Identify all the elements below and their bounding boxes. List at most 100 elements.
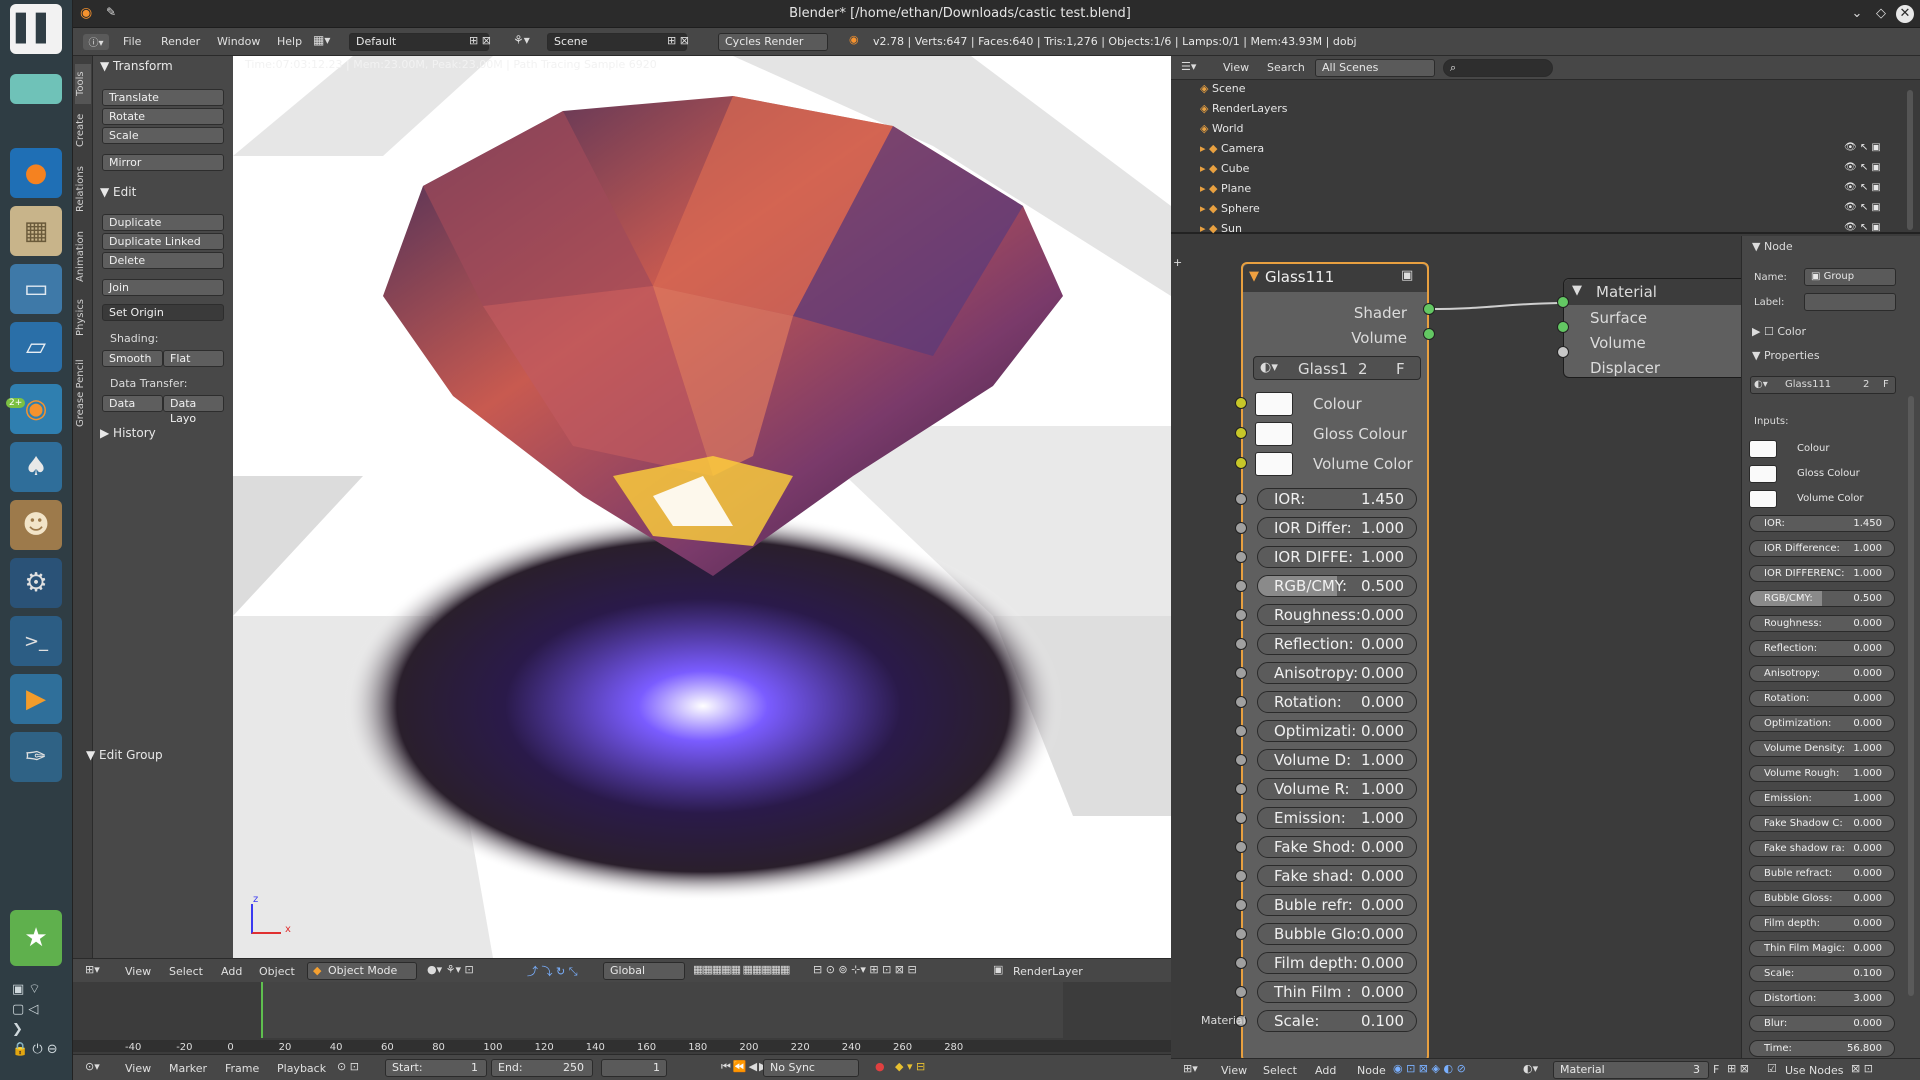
color-swatch[interactable] <box>1749 490 1777 508</box>
node-input-field[interactable]: Reflection: 0.000 <box>1257 633 1417 655</box>
value-input-socket[interactable] <box>1235 551 1247 563</box>
material-ball-icon[interactable]: ◐▾ <box>1754 379 1768 390</box>
node-editor[interactable]: ▼ Glass111 ▣ Shader Volume ◐▾ Glass1 2 F… <box>1171 236 1741 1058</box>
layout-icon[interactable]: ▦▾ <box>313 33 330 47</box>
property-field[interactable]: Film depth: 0.000 <box>1749 915 1895 932</box>
files-icon[interactable]: ▭ <box>10 264 62 314</box>
scene-icon[interactable]: ⚘▾ <box>513 33 530 47</box>
inkscape-icon[interactable]: ♠ <box>10 442 62 492</box>
menu-select[interactable]: Select <box>169 965 203 978</box>
property-field[interactable]: Emission: 1.000 <box>1749 790 1895 807</box>
value-input-socket[interactable] <box>1235 754 1247 766</box>
glass111-group-node[interactable]: ▼ Glass111 ▣ Shader Volume ◐▾ Glass1 2 F… <box>1235 262 1429 1058</box>
rotate-button[interactable]: Rotate <box>102 108 224 125</box>
edit-panel-header[interactable]: ▼ Edit <box>100 185 136 199</box>
menu-object[interactable]: Object <box>259 965 295 978</box>
value-input-socket[interactable] <box>1235 841 1247 853</box>
keyframe-icons[interactable]: ◆ ▾ ⊟ <box>895 1060 925 1073</box>
shading-icons[interactable]: ●▾ ⚘▾ ⊡ <box>427 963 474 976</box>
color-input-socket[interactable] <box>1235 457 1247 469</box>
property-field[interactable]: IOR Difference: 1.000 <box>1749 540 1895 557</box>
duplicate-linked-button[interactable]: Duplicate Linked <box>102 233 224 250</box>
starred-folder-icon[interactable]: ★ <box>10 910 62 966</box>
properties-panel-header[interactable]: ▼ Properties <box>1752 349 1820 362</box>
node-input-field[interactable]: IOR Differ: 1.000 <box>1257 517 1417 539</box>
node-tree-type-icons[interactable]: ◉ ⊡ ⊠ ◈ ◐ ⊘ <box>1393 1062 1466 1075</box>
tab-create[interactable]: Create <box>75 106 91 154</box>
snap-icons[interactable]: ⊟ ⊙ ⊚ ⊹▾ ⊞ ⊡ ⊠ ⊟ <box>813 963 917 976</box>
layer-buttons[interactable]: ▦▦▦▦▦ ▦▦▦▦▦ <box>693 963 790 976</box>
users-count[interactable]: 2 <box>1863 379 1869 390</box>
menu-window[interactable]: Window <box>217 35 260 48</box>
start-frame-field[interactable]: Start: 1 <box>385 1059 487 1077</box>
color-swatch[interactable] <box>1749 440 1777 458</box>
value-input-socket[interactable] <box>1235 957 1247 969</box>
transform-panel-header[interactable]: ▼ Transform <box>100 59 173 73</box>
blender-icon[interactable]: ◉ <box>10 384 62 434</box>
value-input-socket[interactable] <box>1235 986 1247 998</box>
property-field[interactable]: Time: 56.800 <box>1749 1040 1895 1057</box>
render-engine-select[interactable]: Cycles Render <box>718 33 828 51</box>
value-input-socket[interactable] <box>1235 725 1247 737</box>
property-field[interactable]: Roughness: 0.000 <box>1749 615 1895 632</box>
property-field[interactable]: Reflection: 0.000 <box>1749 640 1895 657</box>
value-input-socket[interactable] <box>1235 812 1247 824</box>
node-input-field[interactable]: Rotation: 0.000 <box>1257 691 1417 713</box>
property-field[interactable]: Volume Density: 1.000 <box>1749 740 1895 757</box>
menu-help[interactable]: Help <box>277 35 302 48</box>
timeline-scrollbar[interactable] <box>73 1040 1171 1052</box>
workspace-indicator[interactable] <box>10 74 62 104</box>
outliner-row-plane[interactable]: ▸ ◆ Plane 👁 ↖ ▣ <box>1200 182 1900 198</box>
set-origin-dropdown[interactable]: Set Origin <box>102 304 224 321</box>
outliner-search-input[interactable]: ⌕ <box>1443 59 1553 77</box>
node-input-field[interactable]: Volume D: 1.000 <box>1257 749 1417 771</box>
visibility-icons[interactable]: 👁 ↖ ▣ <box>1844 182 1881 193</box>
value-input-socket[interactable] <box>1235 609 1247 621</box>
menu-node[interactable]: Node <box>1357 1064 1386 1077</box>
fake-user-button[interactable]: F <box>1883 379 1889 390</box>
flat-button[interactable]: Flat <box>163 350 224 367</box>
text-editor-icon[interactable]: ▱ <box>10 322 62 372</box>
backdrop-icons[interactable]: ⊠ ⊡ <box>1851 1062 1873 1075</box>
scene-add-icon[interactable]: ⊞ ⊠ <box>667 34 689 47</box>
property-field[interactable]: Distortion: 3.000 <box>1749 990 1895 1007</box>
property-field[interactable]: Bubble Gloss: 0.000 <box>1749 890 1895 907</box>
end-frame-field[interactable]: End: 250 <box>491 1059 593 1077</box>
tab-physics[interactable]: Physics <box>75 292 91 344</box>
color-swatch[interactable] <box>1255 422 1293 446</box>
node-input-field[interactable]: Emission: 1.000 <box>1257 807 1417 829</box>
value-input-socket[interactable] <box>1235 696 1247 708</box>
node-input-field[interactable]: Scale: 0.100 <box>1257 1010 1417 1032</box>
preview-range-icon[interactable]: ⊙ ⊡ <box>337 1060 359 1073</box>
property-field[interactable]: RGB/CMY: 0.500 <box>1749 590 1895 607</box>
color-swatch[interactable] <box>1255 452 1293 476</box>
playhead[interactable] <box>261 982 263 1038</box>
visibility-icons[interactable]: 👁 ↖ ▣ <box>1844 142 1881 153</box>
tools-icon[interactable]: ✑ <box>10 732 62 782</box>
group-datablock[interactable]: ◐▾ Glass111 2 F <box>1750 376 1896 394</box>
data-transfer-button[interactable]: Data <box>102 395 163 412</box>
property-field[interactable]: Thin Film Magic: 0.000 <box>1749 940 1895 957</box>
property-field[interactable]: Volume Rough: 1.000 <box>1749 765 1895 782</box>
outliner-row-world[interactable]: ◈ World <box>1200 122 1900 138</box>
tab-relations[interactable]: Relations <box>75 158 91 220</box>
editor-type-icon[interactable]: ⊞▾ <box>85 963 100 976</box>
use-nodes-checkbox[interactable]: ☑ <box>1767 1062 1777 1075</box>
node-input-field[interactable]: Buble refr: 0.000 <box>1257 894 1417 916</box>
mirror-button[interactable]: Mirror <box>102 154 224 171</box>
value-input-socket[interactable] <box>1235 870 1247 882</box>
visibility-icons[interactable]: 👁 ↖ ▣ <box>1844 162 1881 173</box>
restore-icon[interactable]: ◇ <box>1872 5 1890 23</box>
property-field[interactable]: Scale: 0.100 <box>1749 965 1895 982</box>
value-input-socket[interactable] <box>1235 783 1247 795</box>
menu-add[interactable]: Add <box>1315 1064 1336 1077</box>
node-input-field[interactable]: RGB/CMY: 0.500 <box>1257 575 1417 597</box>
material-ball-icon[interactable]: ◐▾ <box>1260 360 1278 375</box>
editor-type-icon[interactable]: ☰▾ <box>1181 60 1196 73</box>
menu-select[interactable]: Select <box>1263 1064 1297 1077</box>
node-input-field[interactable]: Bubble Glo: 0.000 <box>1257 923 1417 945</box>
color-panel-header[interactable]: ▶ ☐ Color <box>1752 325 1806 338</box>
surface-socket[interactable] <box>1557 296 1569 308</box>
3d-viewport[interactable]: z x <box>233 56 1171 958</box>
collapse-icon[interactable]: ▼ <box>1249 269 1259 284</box>
